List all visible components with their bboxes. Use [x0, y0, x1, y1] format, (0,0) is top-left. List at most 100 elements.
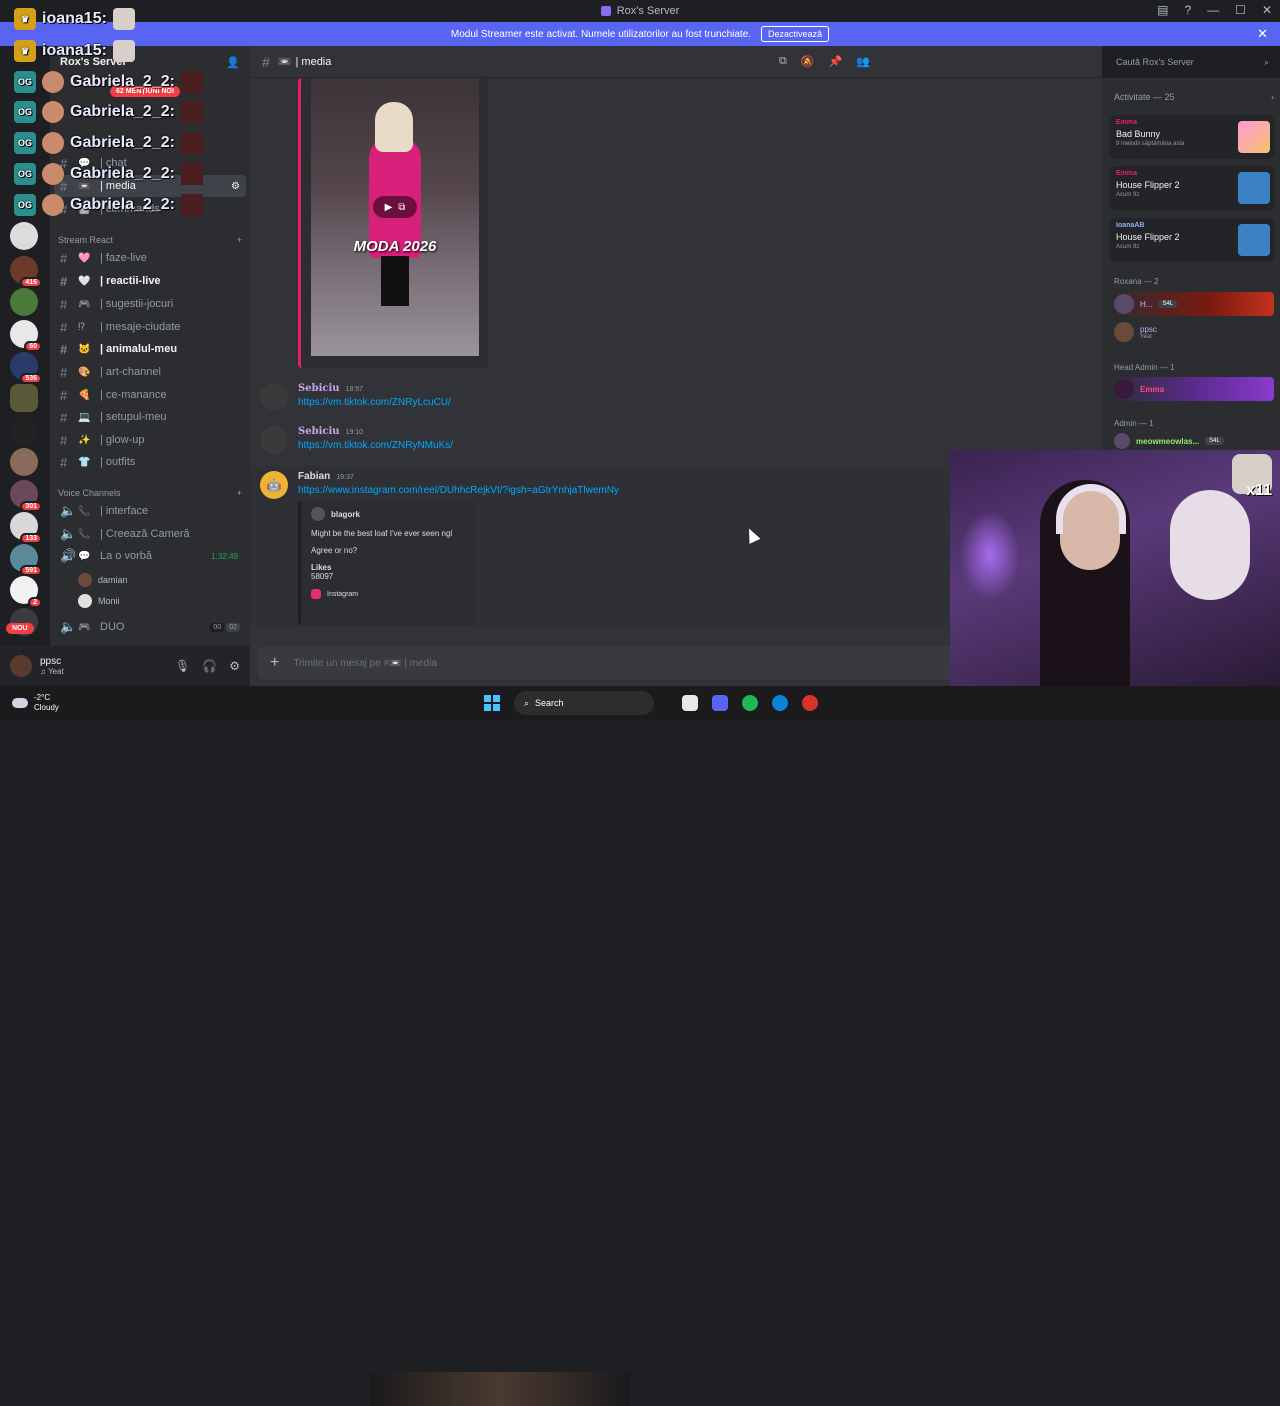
app-icon[interactable] — [802, 695, 818, 711]
mute-bell-icon[interactable]: 🔕 — [801, 55, 815, 68]
server-icon[interactable] — [10, 288, 38, 316]
play-button[interactable]: ▶ ⧉ — [373, 196, 417, 218]
server-icon[interactable]: 133 — [10, 512, 42, 544]
disable-streamer-button[interactable]: Dezactivează — [761, 26, 830, 42]
crown-icon: ♛ — [14, 40, 36, 62]
spotify-icon[interactable] — [742, 695, 758, 711]
voice-channel-duo[interactable]: 🔈 🎮 DUO 00 02 — [54, 616, 246, 638]
channel-label: | glow-up — [100, 434, 145, 446]
open-external-icon: ⧉ — [398, 201, 406, 213]
server-icon[interactable]: 416 — [10, 256, 42, 288]
channel-emoji: 🎨 — [78, 366, 91, 378]
author-name: Fabian — [298, 471, 331, 482]
server-icon[interactable]: 2 — [10, 576, 42, 608]
server-icon[interactable] — [10, 384, 38, 412]
server-icon[interactable]: 301 — [10, 480, 42, 512]
server-icon[interactable] — [10, 448, 38, 476]
close-window-button[interactable]: ✕ — [1262, 3, 1272, 17]
voice-channel[interactable]: 🔈 📞 | Creează Cameră — [54, 523, 246, 545]
member-item[interactable]: H... S4L — [1110, 292, 1274, 316]
instagram-embed[interactable]: blagork Might be the best loaf I've ever… — [298, 501, 476, 625]
channel-item[interactable]: # 🐱 | animalul-meu — [54, 338, 246, 360]
embed-source: Instagram — [327, 590, 359, 598]
channel-emoji: 💻 — [78, 411, 91, 423]
video-thumbnail[interactable]: ▶ ⧉ MODA 2026 — [311, 78, 479, 356]
composer-placeholder[interactable]: Trimite un mesaj pe #📼 | media — [293, 658, 437, 669]
channel-item[interactable]: # 🤍 | reactii-live — [54, 270, 246, 292]
channel-settings-icon[interactable]: ⚙ — [231, 181, 240, 192]
voice-channel[interactable]: 🔈 📞 | interface — [54, 500, 246, 522]
channel-item[interactable]: # 👕 | outfits — [54, 451, 246, 473]
member-item[interactable]: ppsc Yeat — [1110, 320, 1274, 344]
member-item[interactable]: meowmeowlas... S4L — [1110, 432, 1274, 450]
server-icon[interactable] — [10, 222, 38, 250]
avatar[interactable] — [260, 383, 288, 411]
taskbar-search[interactable]: ⌕ Search — [514, 691, 654, 715]
cat-avatar-icon — [42, 132, 64, 154]
channel-item[interactable]: # 🩷 | faze-live — [54, 247, 246, 269]
voice-user[interactable]: Monii — [78, 594, 120, 608]
windows-start-icon[interactable] — [484, 695, 500, 711]
activity-card[interactable]: Emma House Flipper 2 Acum 9z — [1110, 166, 1274, 210]
discord-icon[interactable] — [712, 695, 728, 711]
add-channel-icon[interactable]: + — [237, 235, 242, 245]
avatar[interactable] — [260, 426, 288, 454]
edge-icon[interactable] — [772, 695, 788, 711]
voice-channel[interactable]: 🔊 💬 La o vorbă 1:32:49 — [54, 545, 246, 567]
server-icon[interactable] — [10, 416, 38, 444]
activity-card[interactable]: Emma Bad Bunny 9 melodii săptămâna asta — [1110, 115, 1274, 159]
overlay-chat-user: OG Gabriela_2_2: — [14, 163, 203, 185]
embed-text: Might be the best loaf I've ever seen ng… — [311, 529, 453, 538]
mention-badge: 2 — [28, 597, 42, 608]
message-link[interactable]: https://vm.tiktok.com/ZNRyNMuKs/ — [298, 440, 453, 451]
message-link[interactable]: https://vm.tiktok.com/ZNRyLcuCU/ — [298, 397, 451, 408]
minimize-button[interactable]: — — [1207, 3, 1219, 17]
attach-plus-icon[interactable]: + — [270, 654, 279, 672]
category-stream-react[interactable]: Stream React + — [58, 235, 242, 245]
server-icon[interactable]: 60 — [10, 320, 42, 352]
search-input[interactable]: Caută Rox's Server ⌕ — [1110, 52, 1275, 72]
message-link[interactable]: https://www.instagram.com/reel/DUhhcRejk… — [298, 485, 619, 496]
avatar[interactable]: 🤖 — [260, 471, 288, 499]
pin-icon[interactable]: 📌 — [829, 55, 843, 68]
server-icon[interactable]: 591 — [10, 544, 42, 576]
channel-item[interactable]: # 🎮 | sugestii-jocuri — [54, 293, 246, 315]
video-embed[interactable]: ▶ ⧉ MODA 2026 — [298, 78, 488, 368]
maximize-button[interactable]: ☐ — [1235, 3, 1246, 17]
server-icon[interactable]: 536 — [10, 352, 42, 384]
threads-icon[interactable]: ⧉ — [779, 55, 787, 68]
inbox-icon[interactable]: ▤ — [1157, 3, 1168, 17]
avatar[interactable] — [10, 655, 32, 677]
voice-user[interactable]: damian — [78, 573, 128, 587]
activity-card[interactable]: IoanaAB House Flipper 2 Acum 8z — [1110, 218, 1274, 262]
headphones-icon[interactable]: 🎧 — [202, 659, 217, 673]
activity-header[interactable]: Activitate — 25 › — [1114, 92, 1274, 102]
message-author[interactable]: Sebiciu 18:57 — [298, 383, 451, 394]
add-channel-icon[interactable]: + — [237, 488, 242, 498]
channel-item[interactable]: # 🎨 | art-channel — [54, 361, 246, 383]
weather-widget[interactable]: -2°C Cloudy — [12, 693, 59, 713]
channel-label: DUO — [100, 621, 125, 633]
member-item[interactable]: Emma — [1110, 377, 1274, 401]
file-explorer-icon[interactable] — [682, 695, 698, 711]
member-list-icon[interactable]: 👥 — [856, 55, 870, 68]
category-voice-channels[interactable]: Voice Channels + — [58, 488, 242, 498]
channel-item[interactable]: # 🍕 | ce-manance — [54, 384, 246, 406]
microphone-icon[interactable]: 🎙 — [175, 659, 190, 673]
channel-item[interactable]: # 💻 | setupul-meu — [54, 406, 246, 428]
avatar — [311, 507, 325, 521]
channel-label: | ce-manance — [100, 389, 167, 401]
channel-item[interactable]: # ✨ | glow-up — [54, 429, 246, 451]
message-author[interactable]: Sebiciu 19:10 — [298, 426, 453, 437]
chevron-right-icon[interactable]: › — [1271, 92, 1274, 102]
crown-icon: ♛ — [14, 8, 36, 30]
embed-author[interactable]: blagork — [311, 507, 466, 521]
add-member-icon[interactable]: 👤 — [226, 56, 240, 69]
banner-close-icon[interactable]: ✕ — [1257, 26, 1268, 42]
avatar — [78, 594, 92, 608]
channel-emoji: 🩷 — [78, 252, 91, 264]
help-icon[interactable]: ? — [1184, 3, 1191, 17]
settings-gear-icon[interactable]: ⚙ — [229, 659, 240, 673]
channel-item[interactable]: # ⁉ | mesaje-ciudate — [54, 316, 246, 338]
message-author[interactable]: Fabian 19:37 — [298, 471, 619, 482]
